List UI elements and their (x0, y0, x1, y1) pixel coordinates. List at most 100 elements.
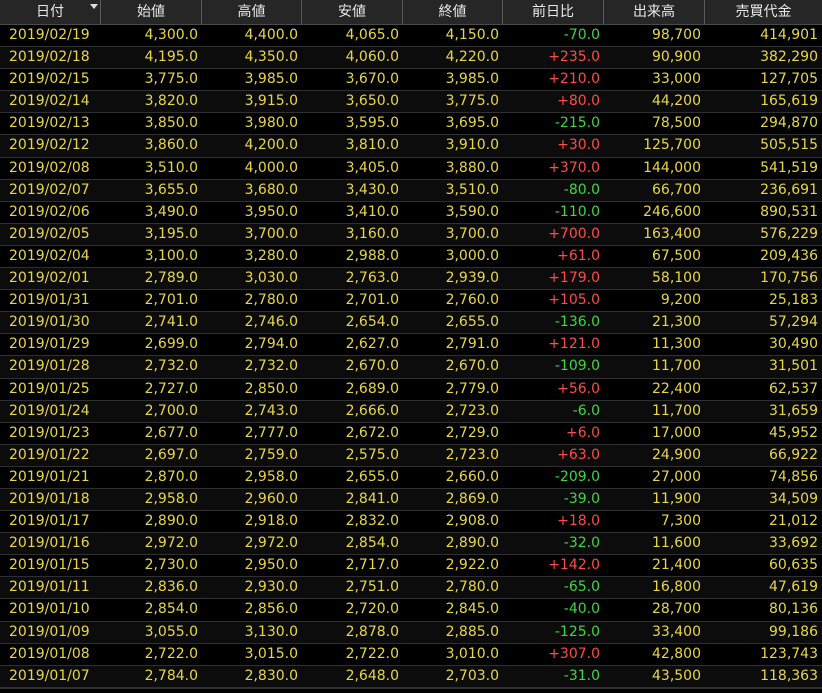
column-header-close[interactable]: 終値 (403, 0, 503, 24)
cell-date: 2019/01/16 (9, 535, 90, 552)
cell-open: 3,820.0 (144, 93, 198, 110)
cell-open: 3,490.0 (144, 203, 198, 220)
table-row[interactable]: 2019/02/19 4,300.0 4,400.0 4,065.0 4,150.0 -7… (0, 25, 822, 48)
cell-turnover: 25,183 (769, 292, 818, 309)
cell-date: 2019/01/21 (9, 468, 90, 485)
cell-turnover: 123,743 (760, 645, 818, 662)
cell-volume: 33,000 (652, 71, 701, 88)
cell-low: 2,841.0 (345, 490, 399, 507)
sort-desc-icon[interactable] (90, 4, 98, 9)
cell-turnover: 34,509 (769, 490, 818, 507)
table-row[interactable]: 2019/01/22 2,697.0 2,759.0 2,575.0 2,723.0 +6… (0, 444, 822, 467)
table-row[interactable]: 2019/01/29 2,699.0 2,794.0 2,627.0 2,791.0 +1… (0, 334, 822, 357)
table-row[interactable]: 2019/01/30 2,741.0 2,746.0 2,654.0 2,655.0 -1… (0, 312, 822, 335)
cell-close: 3,010.0 (445, 645, 499, 662)
table-row[interactable]: 2019/01/17 2,890.0 2,918.0 2,832.0 2,908.0 +1… (0, 511, 822, 534)
cell-high: 2,743.0 (244, 402, 298, 419)
cell-open: 2,730.0 (144, 557, 198, 574)
table-row[interactable]: 2019/01/21 2,870.0 2,958.0 2,655.0 2,660.0 -2… (0, 466, 822, 489)
cell-change: -209.0 (554, 468, 600, 485)
cell-date: 2019/02/05 (9, 225, 90, 242)
column-header-change[interactable]: 前日比 (503, 0, 604, 24)
cell-high: 2,958.0 (244, 468, 298, 485)
cell-date: 2019/01/07 (9, 667, 90, 684)
cell-close: 2,655.0 (445, 314, 499, 331)
table-row[interactable]: 2019/01/18 2,958.0 2,960.0 2,841.0 2,869.0 -3… (0, 488, 822, 512)
cell-low: 2,722.0 (345, 645, 399, 662)
cell-close: 3,510.0 (445, 181, 499, 198)
cell-close: 2,845.0 (445, 601, 499, 618)
table-row[interactable]: 2019/02/12 3,860.0 4,200.0 3,810.0 3,910.0 +3… (0, 135, 822, 158)
price-history-table[interactable]: 日付 始値 高値 安値 終値 前日比 出来高 売買代金 2019/02/19 4,… (0, 0, 822, 688)
cell-turnover: 414,901 (760, 27, 818, 43)
table-row[interactable]: 2019/01/16 2,972.0 2,972.0 2,854.0 2,890.0 -3… (0, 533, 822, 556)
cell-date: 2019/01/23 (9, 424, 90, 441)
cell-turnover: 74,856 (769, 468, 818, 485)
table-row[interactable]: 2019/01/25 2,727.0 2,850.0 2,689.0 2,779.0 +5… (0, 378, 822, 401)
column-header-turnover[interactable]: 売買代金 (705, 0, 822, 24)
table-row[interactable]: 2019/01/10 2,854.0 2,856.0 2,720.0 2,845.0 -4… (0, 599, 822, 622)
column-header-date[interactable]: 日付 (0, 0, 101, 24)
cell-change: -109.0 (554, 358, 600, 375)
cell-open: 2,854.0 (144, 601, 198, 618)
table-row[interactable]: 2019/02/06 3,490.0 3,950.0 3,410.0 3,590.0 -1… (0, 201, 822, 224)
table-row[interactable]: 2019/01/28 2,732.0 2,732.0 2,670.0 2,670.0 -1… (0, 356, 822, 379)
cell-turnover: 118,363 (760, 667, 818, 684)
cell-date: 2019/01/25 (9, 380, 90, 397)
cell-close: 3,880.0 (445, 159, 499, 176)
cell-high: 3,030.0 (244, 270, 298, 287)
cell-turnover: 80,136 (769, 601, 818, 618)
cell-open: 2,722.0 (144, 645, 198, 662)
cell-date: 2019/01/11 (9, 579, 90, 596)
cell-turnover: 47,619 (769, 579, 818, 596)
cell-close: 2,869.0 (445, 490, 499, 507)
cell-volume: 22,400 (652, 380, 701, 397)
table-row[interactable]: 2019/01/11 2,836.0 2,930.0 2,751.0 2,780.0 -6… (0, 577, 822, 600)
table-row[interactable]: 2019/02/01 2,789.0 3,030.0 2,763.0 2,939.0 +1… (0, 268, 822, 291)
table-row[interactable]: 2019/02/04 3,100.0 3,280.0 2,988.0 3,000.0 +6… (0, 245, 822, 269)
cell-volume: 66,700 (652, 181, 701, 198)
column-header-low[interactable]: 安値 (302, 0, 403, 24)
cell-low: 3,670.0 (345, 71, 399, 88)
cell-high: 4,200.0 (244, 137, 298, 154)
cell-close: 2,723.0 (445, 402, 499, 419)
cell-change: +700.0 (548, 225, 600, 242)
cell-volume: 24,900 (652, 446, 701, 463)
table-row[interactable]: 2019/01/31 2,701.0 2,780.0 2,701.0 2,760.0 +1… (0, 290, 822, 313)
table-row[interactable]: 2019/02/05 3,195.0 3,700.0 3,160.0 3,700.0 +7… (0, 223, 822, 246)
cell-close: 2,760.0 (445, 292, 499, 309)
cell-high: 2,850.0 (244, 380, 298, 397)
cell-low: 2,720.0 (345, 601, 399, 618)
table-row[interactable]: 2019/02/14 3,820.0 3,915.0 3,650.0 3,775.0 +8… (0, 91, 822, 114)
column-header-volume[interactable]: 出来高 (604, 0, 705, 24)
cell-volume: 90,900 (652, 49, 701, 66)
table-row[interactable]: 2019/01/07 2,784.0 2,830.0 2,648.0 2,703.0 -3… (0, 665, 822, 688)
table-row[interactable]: 2019/01/23 2,677.0 2,777.0 2,672.0 2,729.0 +6… (0, 422, 822, 445)
table-row[interactable]: 2019/01/08 2,722.0 3,015.0 2,722.0 3,010.0 +3… (0, 643, 822, 666)
cell-date: 2019/01/15 (9, 557, 90, 574)
table-row[interactable]: 2019/02/07 3,655.0 3,680.0 3,430.0 3,510.0 -8… (0, 179, 822, 202)
cell-low: 2,672.0 (345, 424, 399, 441)
cell-high: 3,950.0 (244, 203, 298, 220)
cell-open: 3,655.0 (144, 181, 198, 198)
cell-volume: 17,000 (652, 424, 701, 441)
cell-date: 2019/02/08 (9, 159, 90, 176)
cell-close: 3,590.0 (445, 203, 499, 220)
cell-high: 2,794.0 (244, 336, 298, 353)
table-row[interactable]: 2019/01/24 2,700.0 2,743.0 2,666.0 2,723.0 -6… (0, 400, 822, 423)
table-row[interactable]: 2019/02/15 3,775.0 3,985.0 3,670.0 3,985.0 +2… (0, 69, 822, 92)
cell-high: 3,985.0 (244, 71, 298, 88)
cell-open: 2,732.0 (144, 358, 198, 375)
table-row[interactable]: 2019/02/18 4,195.0 4,350.0 4,060.0 4,220.0 +2… (0, 47, 822, 70)
cell-low: 2,832.0 (345, 513, 399, 530)
column-header-open[interactable]: 始値 (101, 0, 202, 24)
cell-date: 2019/01/10 (9, 601, 90, 618)
cell-open: 2,890.0 (144, 513, 198, 530)
table-row[interactable]: 2019/02/13 3,850.0 3,980.0 3,595.0 3,695.0 -2… (0, 113, 822, 136)
table-row[interactable]: 2019/01/15 2,730.0 2,950.0 2,717.0 2,922.0 +1… (0, 555, 822, 578)
table-row[interactable]: 2019/01/09 3,055.0 3,130.0 2,878.0 2,885.0 -1… (0, 621, 822, 644)
cell-low: 3,430.0 (345, 181, 399, 198)
column-header-high[interactable]: 高値 (202, 0, 302, 24)
cell-close: 4,220.0 (445, 49, 499, 66)
table-row[interactable]: 2019/02/08 3,510.0 4,000.0 3,405.0 3,880.0 +3… (0, 157, 822, 180)
